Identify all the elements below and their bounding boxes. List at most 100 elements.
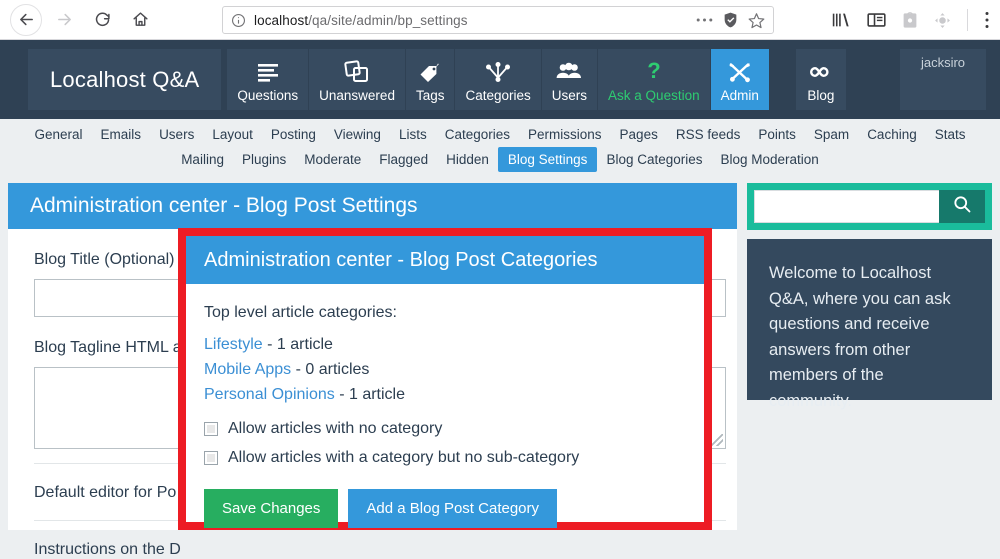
nav-label: Categories [465, 87, 531, 103]
tracking-protection-shield-icon[interactable] [723, 12, 738, 28]
username-label: jacksiro [920, 55, 966, 70]
categories-panel-body: Top level article categories: Lifestyle … [186, 284, 704, 528]
admin-nav-item-hidden[interactable]: Hidden [437, 148, 498, 171]
admin-nav-item-mailing[interactable]: Mailing [172, 148, 233, 171]
categories-intro-text: Top level article categories: [204, 304, 397, 321]
categories-panel-actions: Save Changes Add a Blog Post Category [204, 489, 686, 528]
tag-icon [417, 58, 443, 86]
back-button[interactable] [10, 3, 42, 36]
checkbox-row: Allow articles with no category [204, 420, 686, 438]
nav-label: Users [551, 87, 588, 103]
admin-nav-item-points[interactable]: Points [749, 123, 805, 146]
nav-item-tags[interactable]: Tags [404, 49, 455, 110]
address-bar[interactable]: localhost/qa/site/admin/bp_settings [222, 6, 774, 34]
admin-nav-item-permissions[interactable]: Permissions [519, 123, 611, 146]
blog-post-categories-panel: Administration center - Blog Post Catego… [178, 228, 712, 530]
search-input[interactable] [754, 190, 939, 223]
page-actions-ellipsis-icon[interactable] [696, 17, 713, 23]
addon-icon[interactable] [934, 12, 951, 29]
tools-wrench-icon [727, 58, 753, 86]
admin-nav-item-stats[interactable]: Stats [926, 123, 975, 146]
search-button[interactable] [939, 190, 985, 223]
category-link[interactable]: Personal Opinions [204, 386, 335, 403]
field-label-instructions: Instructions on the D [34, 541, 181, 558]
admin-nav-item-pages[interactable]: Pages [611, 123, 667, 146]
textarea-resize-handle[interactable] [711, 434, 723, 446]
nav-item-categories[interactable]: Categories [454, 49, 541, 110]
nav-item-ask-a-question[interactable]: ? Ask a Question [597, 49, 710, 110]
admin-nav-item-plugins[interactable]: Plugins [233, 148, 295, 171]
category-row: Personal Opinions - 1 article [204, 386, 686, 404]
admin-nav-item-flagged[interactable]: Flagged [370, 148, 437, 171]
admin-nav-item-moderate[interactable]: Moderate [295, 148, 370, 171]
categories-panel-title: Administration center - Blog Post Catego… [186, 236, 704, 284]
category-count: - 1 article [334, 386, 405, 403]
nav-item-admin[interactable]: Admin [709, 49, 769, 110]
nav-label: Questions [237, 87, 299, 103]
save-changes-button[interactable]: Save Changes [204, 489, 339, 528]
checkbox-input[interactable] [204, 451, 218, 465]
sitemap-icon [484, 58, 512, 86]
question-mark-icon: ? [645, 58, 663, 86]
category-row: Lifestyle - 1 article [204, 336, 686, 354]
admin-nav-item-layout[interactable]: Layout [203, 123, 262, 146]
admin-nav-item-emails[interactable]: Emails [92, 123, 151, 146]
home-button[interactable] [124, 4, 156, 36]
cards-stack-icon [344, 58, 370, 86]
admin-nav-item-viewing[interactable]: Viewing [325, 123, 390, 146]
forward-arrow-icon [56, 11, 73, 28]
admin-nav-item-posting[interactable]: Posting [262, 123, 325, 146]
reload-icon [94, 11, 111, 28]
admin-nav-item-blog-settings[interactable]: Blog Settings [497, 147, 598, 172]
right-sidebar: Welcome to Localhost Q&A, where you can … [747, 183, 992, 410]
library-icon[interactable] [832, 12, 851, 28]
admin-nav-item-users[interactable]: Users [150, 123, 203, 146]
admin-nav-item-blog-moderation[interactable]: Blog Moderation [712, 148, 828, 171]
browser-chrome: localhost/qa/site/admin/bp_settings [0, 0, 1000, 40]
forward-button[interactable] [48, 4, 80, 36]
nav-label: Ask a Question [608, 87, 700, 103]
page-info-icon[interactable] [231, 13, 246, 28]
admin-nav-item-blog-categories[interactable]: Blog Categories [597, 148, 711, 171]
bookmark-star-icon[interactable] [748, 12, 765, 29]
category-link[interactable]: Mobile Apps [204, 361, 291, 378]
admin-nav-item-general[interactable]: General [26, 123, 92, 146]
search-box [747, 183, 992, 230]
category-list: Lifestyle - 1 article Mobile Apps - 0 art… [204, 336, 686, 404]
admin-nav-item-lists[interactable]: Lists [390, 123, 436, 146]
nav-item-blog[interactable]: Blog [794, 49, 846, 110]
welcome-message: Welcome to Localhost Q&A, where you can … [747, 239, 992, 410]
site-top-navigation: Localhost Q&A Questions Unanswered Tags … [0, 40, 1000, 119]
site-logo[interactable]: Localhost Q&A [28, 49, 222, 110]
browser-toolbar-right [832, 0, 1000, 40]
admin-nav-item-categories[interactable]: Categories [436, 123, 519, 146]
admin-nav-item-spam[interactable]: Spam [805, 123, 858, 146]
url-host: localhost [254, 12, 309, 28]
sidebar-toggle-icon[interactable] [867, 12, 886, 28]
checkbox-label: Allow articles with a category but no su… [228, 449, 580, 466]
nav-item-unanswered[interactable]: Unanswered [308, 49, 405, 110]
app-menu-icon[interactable] [984, 11, 992, 29]
checkbox-input[interactable] [204, 422, 218, 436]
reload-button[interactable] [86, 4, 118, 36]
nav-label: Unanswered [319, 87, 395, 103]
category-link[interactable]: Lifestyle [204, 336, 263, 353]
add-blog-post-category-button[interactable]: Add a Blog Post Category [348, 489, 558, 528]
url-text: localhost/qa/site/admin/bp_settings [254, 13, 468, 28]
users-group-icon [555, 58, 583, 86]
url-path: /qa/site/admin/bp_settings [308, 12, 468, 28]
back-arrow-icon [18, 11, 35, 28]
magnifier-icon [952, 194, 972, 219]
user-menu[interactable]: jacksiro [900, 49, 986, 110]
checkbox-label: Allow articles with no category [228, 420, 443, 437]
admin-nav-row-1: General Emails Users Layout Posting Viewing Li… [0, 119, 1000, 146]
nav-label: Admin [720, 87, 759, 103]
svg-text:?: ? [647, 60, 660, 83]
save-to-pocket-icon[interactable] [902, 11, 918, 29]
nav-item-users[interactable]: Users [540, 49, 598, 110]
nav-item-questions[interactable]: Questions [227, 49, 309, 110]
admin-nav-item-caching[interactable]: Caching [858, 123, 926, 146]
admin-nav-item-rss-feeds[interactable]: RSS feeds [667, 123, 750, 146]
nav-label: Blog [807, 87, 835, 103]
list-lines-icon [255, 58, 281, 86]
